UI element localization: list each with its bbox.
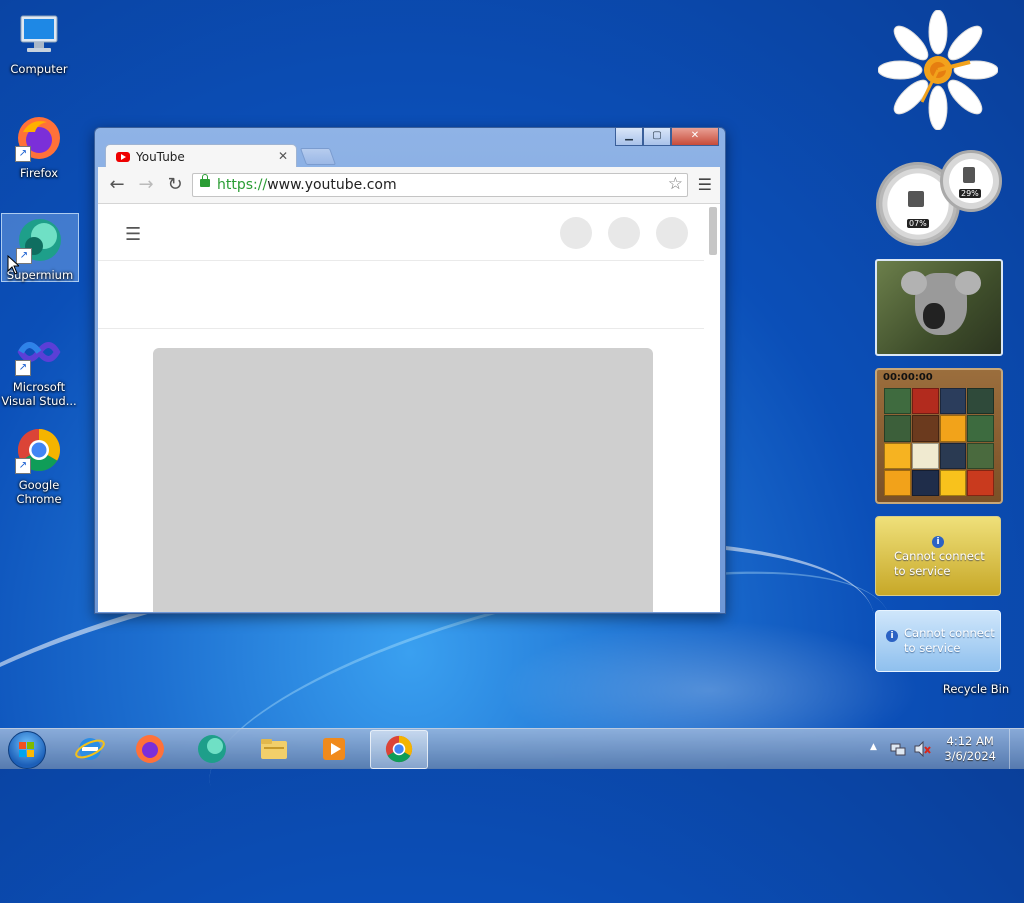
chrome-icon [385,735,413,763]
new-tab-button[interactable] [299,148,337,165]
system-clock[interactable]: 4:12 AM 3/6/2024 [944,734,996,764]
scrollbar[interactable] [709,207,717,255]
folder-icon [261,739,287,759]
menu-icon[interactable]: ☰ [698,175,712,194]
memory-percentage: 29% [959,189,981,198]
placeholder-circle [656,217,688,249]
taskbar-internet-explorer[interactable] [62,730,118,767]
youtube-icon [116,152,130,162]
start-button[interactable] [8,731,46,769]
desktop-icon-label: Google Chrome [16,478,62,506]
network-icon[interactable] [890,741,906,757]
tab-title: YouTube [136,150,185,164]
url-host: www.youtube.com [267,177,397,193]
info-icon: i [932,533,944,548]
back-button[interactable]: ← [106,174,128,195]
video-placeholder [153,348,653,612]
tab-youtube[interactable]: YouTube ✕ [105,144,297,169]
mouse-cursor-icon [7,255,19,275]
tab-close-button[interactable]: ✕ [278,149,288,163]
forward-button[interactable]: → [135,174,157,195]
browser-window[interactable]: ▁ ▢ ✕ YouTube ✕ ← → ↻ https://www.youtub… [94,127,726,614]
desktop-icon-computer[interactable]: Computer [1,4,77,76]
supermium-icon: ↗ [16,216,64,264]
desktop-icon-label: Microsoft Visual Stud... [1,380,77,408]
desktop-icon-recycle-bin[interactable]: Recycle Bin [938,682,1014,696]
koala-nose [923,303,945,329]
url-scheme: https:// [217,177,268,193]
url-text: https://www.youtube.com [217,174,397,196]
supermium-icon [198,735,226,763]
internet-explorer-icon [75,738,105,760]
info-icon: i [886,627,898,642]
show-hidden-icons-button[interactable]: ▲ [870,742,877,752]
cpu-icon [908,191,924,207]
media-player-icon [323,738,345,760]
address-bar[interactable]: https://www.youtube.com ☆ [192,173,688,197]
bookmark-star-icon[interactable]: ☆ [668,173,683,195]
desktop-icon-firefox[interactable]: ↗ Firefox [1,108,77,180]
weather-message: Cannot connect to service [894,549,985,578]
firefox-icon: ↗ [15,114,63,162]
desktop-icon-visual-studio[interactable]: ↗ Microsoft Visual Stud... [1,322,77,408]
memory-meter-gadget[interactable]: 29% [940,150,1002,212]
picture-puzzle-gadget[interactable]: 00:00:00 [875,368,1003,504]
memory-icon [963,167,975,183]
puzzle-grid[interactable] [884,388,994,496]
cpu-percentage: 07% [907,219,929,228]
visual-studio-icon: ↗ [15,328,63,376]
placeholder-circle [560,217,592,249]
desktop-icon-label: Recycle Bin [942,682,1010,696]
lock-icon [200,174,210,187]
maximize-button[interactable]: ▢ [643,128,671,146]
firefox-icon [136,735,164,763]
taskbar: ▲ 4:12 AM 3/6/2024 [0,728,1024,769]
show-desktop-button[interactable] [1009,729,1024,769]
computer-icon [15,10,63,58]
close-button[interactable]: ✕ [671,128,719,146]
reload-button[interactable]: ↻ [164,174,186,195]
clock-date: 3/6/2024 [944,749,996,763]
taskbar-file-explorer[interactable] [246,730,302,767]
clock-gadget[interactable] [877,9,999,131]
desktop-icon-label: Computer [10,62,68,76]
slideshow-gadget[interactable] [875,259,1003,356]
chrome-icon: ↗ [15,426,63,474]
volume-muted-icon[interactable] [914,741,932,757]
minimize-button[interactable]: ▁ [615,128,643,146]
taskbar-supermium[interactable] [184,730,240,767]
browser-toolbar: ← → ↻ https://www.youtube.com ☆ ☰ [98,167,720,204]
shortcut-arrow-icon: ↗ [15,458,31,474]
puzzle-timer: 00:00:00 [883,372,933,383]
desktop-icon-label: Firefox [19,166,59,180]
shortcut-arrow-icon: ↗ [15,146,31,162]
feed-message: Cannot connect to service [904,626,995,655]
weather-gadget[interactable]: i Cannot connect to service [875,516,1001,596]
divider [98,328,704,329]
taskbar-firefox[interactable] [122,730,178,767]
divider [98,260,704,261]
window-controls: ▁ ▢ ✕ [615,128,719,146]
windows-logo-icon [19,742,35,758]
feed-headlines-gadget[interactable]: i Cannot connect to service [875,610,1001,672]
taskbar-google-chrome[interactable] [370,730,428,769]
clock-time: 4:12 AM [946,734,994,748]
guide-menu-icon[interactable]: ☰ [125,224,141,245]
taskbar-media-player[interactable] [306,730,362,767]
daisy-clock-icon [877,9,999,131]
shortcut-arrow-icon: ↗ [15,360,31,376]
desktop-icon-google-chrome[interactable]: ↗ Google Chrome [1,420,77,506]
page-content: ☰ [98,204,720,612]
placeholder-circle [608,217,640,249]
